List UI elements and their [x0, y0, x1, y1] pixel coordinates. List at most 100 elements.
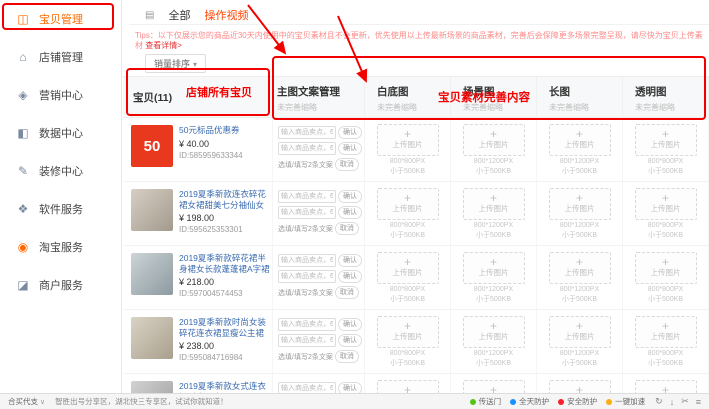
upload-image-button[interactable]: + 上传图片 — [463, 316, 525, 348]
menu-icon[interactable]: ≡ — [696, 397, 701, 407]
screenshot-icon[interactable]: ✂ — [681, 396, 689, 407]
selling-point-input-2[interactable] — [278, 206, 336, 219]
upload-image-button[interactable]: + 上传图片 — [635, 252, 697, 284]
scene-upload-cell: + 上传图片 800*1200PX 小于500KB — [451, 182, 537, 245]
bottom-bar-status-item[interactable]: 一键加速 — [606, 396, 645, 407]
selling-point-input-1[interactable] — [278, 254, 336, 267]
product-thumbnail[interactable] — [131, 189, 173, 231]
confirm-button[interactable]: 确认 — [338, 318, 362, 331]
optional-note: 选填/填写2条文案 — [278, 224, 333, 234]
selling-point-input-2[interactable] — [278, 334, 336, 347]
sidebar-item[interactable]: ◧ 数据中心 — [0, 114, 121, 152]
download-icon[interactable]: ↓ — [670, 397, 675, 407]
upload-label: 上传图片 — [393, 331, 423, 342]
bottom-bar-status-item[interactable]: 全天防护 — [510, 396, 549, 407]
confirm-button[interactable]: 确认 — [338, 254, 362, 267]
product-title-link[interactable]: 2019夏季新款碎花裙半身裙女长款蓬蓬裙A字裙 — [179, 253, 270, 274]
refresh-icon[interactable]: ↻ — [655, 396, 663, 407]
upload-image-button[interactable]: + 上传图片 — [377, 188, 439, 220]
tab-all[interactable]: 全部 — [168, 7, 190, 23]
sort-dropdown[interactable]: 销量排序▾ — [145, 54, 206, 73]
upload-image-button[interactable]: + 上传图片 — [463, 188, 525, 220]
confirm-button[interactable]: 确认 — [338, 190, 362, 203]
items-count-label: 宝贝(11) — [133, 90, 272, 105]
plus-icon: + — [576, 258, 583, 267]
chevron-down-icon: ▾ — [193, 60, 197, 69]
upload-image-button[interactable]: + 上传图片 — [463, 124, 525, 156]
sidebar-item-icon: ◉ — [16, 240, 30, 254]
upload-image-button[interactable]: + 上传图片 — [635, 124, 697, 156]
upload-label: 上传图片 — [479, 331, 509, 342]
selling-point-input-1[interactable] — [278, 190, 336, 203]
confirm-button[interactable]: 确认 — [338, 270, 362, 283]
sidebar-item[interactable]: ❖ 软件服务 — [0, 190, 121, 228]
product-title-link[interactable]: 50元标品优惠券 — [179, 125, 270, 136]
product-id: ID:595084716984 — [179, 353, 270, 362]
selling-point-input-1[interactable] — [278, 126, 336, 139]
sidebar-item[interactable]: ◫ 宝贝管理 — [0, 0, 121, 38]
sidebar-item-label: 宝贝管理 — [39, 11, 83, 27]
upload-label: 上传图片 — [479, 203, 509, 214]
upload-image-button[interactable]: + 上传图片 — [377, 124, 439, 156]
upload-image-button[interactable]: + 上传图片 — [377, 252, 439, 284]
product-info: 2019夏季新款连衣碎花裙女裙甜美七分袖仙女裙 ¥ 198.00 ID:5956… — [179, 189, 270, 245]
product-thumbnail[interactable] — [131, 317, 173, 359]
upload-image-button[interactable]: + 上传图片 — [463, 252, 525, 284]
upload-image-button[interactable]: + 上传图片 — [377, 316, 439, 348]
cancel-button[interactable]: 取消 — [335, 286, 359, 299]
upload-limit-hint: 小于500KB — [623, 359, 708, 368]
upload-size-hint: 800*800PX — [623, 285, 708, 294]
product-thumbnail[interactable] — [131, 253, 173, 295]
sidebar-item[interactable]: ◈ 营销中心 — [0, 76, 121, 114]
upload-image-button[interactable]: + 上传图片 — [549, 316, 611, 348]
long-image-upload-cell: + 上传图片 800*1200PX 小于500KB — [537, 246, 623, 309]
white-bg-upload-cell: + 上传图片 800*800PX 小于500KB — [365, 118, 451, 181]
long-image-sublabel: 未完善缩略 — [549, 102, 622, 113]
sidebar-item-label: 店铺管理 — [39, 49, 83, 65]
upload-image-button[interactable]: + 上传图片 — [635, 316, 697, 348]
upload-image-button[interactable]: + 上传图片 — [635, 188, 697, 220]
product-title-link[interactable]: 2019夏季新款连衣碎花裙女裙甜美七分袖仙女裙 — [179, 189, 270, 210]
sidebar: ◫ 宝贝管理 ⌂ 店铺管理 ◈ 营销中心 ◧ 数据中心 — [0, 0, 122, 409]
scene-upload-cell: + 上传图片 800*1200PX 小于500KB — [451, 310, 537, 373]
cancel-button[interactable]: 取消 — [335, 158, 359, 171]
scene-label: 场景图 — [463, 84, 536, 99]
product-thumbnail[interactable]: 50 — [131, 125, 173, 167]
upload-image-button[interactable]: + 上传图片 — [549, 252, 611, 284]
bottom-bar-menu[interactable]: 合买代支 ∨ — [8, 396, 45, 407]
product-info: 2019夏季新款时尚女装碎花连衣裙显瘦公主裙 ¥ 238.00 ID:59508… — [179, 317, 270, 373]
long-image-upload-cell: + 上传图片 800*1200PX 小于500KB — [537, 118, 623, 181]
upload-size-hint: 800*800PX — [365, 349, 450, 358]
bottom-bar-status-item[interactable]: 传送门 — [470, 396, 502, 407]
copywriting-cell: 确认 确认 选填/填写2条文案 取消 — [273, 182, 365, 245]
sidebar-item[interactable]: ◪ 商户服务 — [0, 266, 121, 304]
selling-point-input-2[interactable] — [278, 142, 336, 155]
selling-point-input-2[interactable] — [278, 270, 336, 283]
tutorial-video-link[interactable]: 操作视频 — [204, 7, 248, 23]
confirm-button[interactable]: 确认 — [338, 126, 362, 139]
upload-label: 上传图片 — [651, 203, 681, 214]
chevron-down-icon: ∨ — [40, 398, 45, 406]
plus-icon: + — [576, 322, 583, 331]
cancel-button[interactable]: 取消 — [335, 350, 359, 363]
bottom-bar-status-item[interactable]: 安全防护 — [558, 396, 597, 407]
confirm-button[interactable]: 确认 — [338, 334, 362, 347]
sidebar-item[interactable]: ◉ 淘宝服务 — [0, 228, 121, 266]
cancel-button[interactable]: 取消 — [335, 222, 359, 235]
transparent-sublabel: 未完善缩略 — [635, 102, 708, 113]
sidebar-item[interactable]: ✎ 装修中心 — [0, 152, 121, 190]
tips-detail-link[interactable]: 查看详情> — [145, 41, 182, 50]
plus-icon: + — [662, 194, 669, 203]
upload-label: 上传图片 — [479, 267, 509, 278]
confirm-button[interactable]: 确认 — [338, 206, 362, 219]
confirm-button[interactable]: 确认 — [338, 142, 362, 155]
table-row: 50 50元标品优惠券 ¥ 40.00 ID:585959633344 确认 — [123, 118, 709, 182]
product-title-link[interactable]: 2019夏季新款时尚女装碎花连衣裙显瘦公主裙 — [179, 317, 270, 338]
upload-image-button[interactable]: + 上传图片 — [549, 188, 611, 220]
sidebar-item[interactable]: ⌂ 店铺管理 — [0, 38, 121, 76]
upload-label: 上传图片 — [479, 139, 509, 150]
upload-image-button[interactable]: + 上传图片 — [549, 124, 611, 156]
plus-icon: + — [576, 130, 583, 139]
selling-point-input-1[interactable] — [278, 318, 336, 331]
table-row: 2019夏季新款连衣碎花裙女裙甜美七分袖仙女裙 ¥ 198.00 ID:5956… — [123, 182, 709, 246]
